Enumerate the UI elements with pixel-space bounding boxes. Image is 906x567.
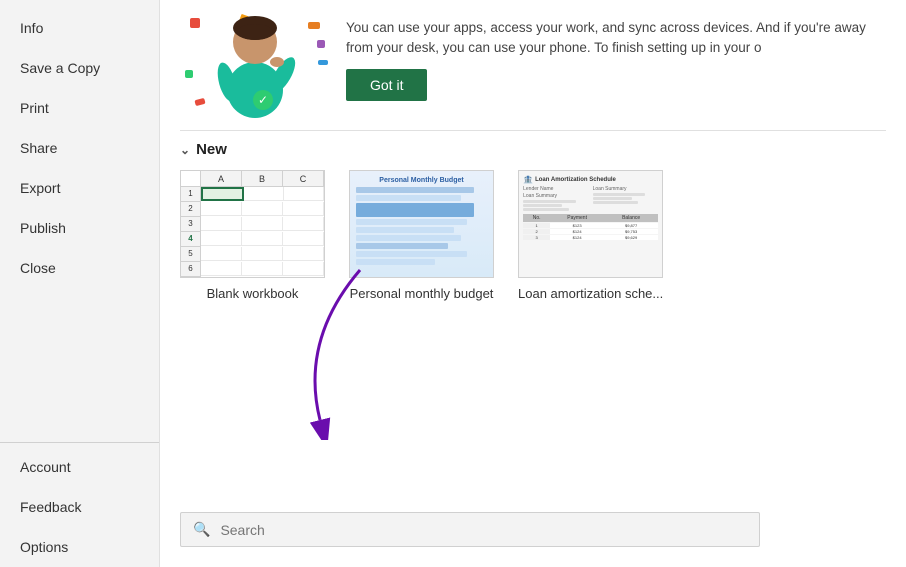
new-section-header: ⌄ New [180,141,886,158]
confetti-dot [190,18,200,28]
confetti-dot [318,60,328,65]
confetti-dot [308,22,320,29]
blank-workbook-thumb: A B C 1 2 [180,170,325,278]
loan-amortization-thumb: 🏦 Loan Amortization Schedule Lender Name… [518,170,663,278]
new-section: ⌄ New A B C 1 [160,131,906,301]
svg-text:✓: ✓ [258,93,268,107]
search-bar-container: 🔍 [180,512,886,547]
loan-amortization-label: Loan amortization sche... [518,286,663,301]
main-content: ✓ You can use your apps, access your wor… [160,0,906,567]
got-it-button[interactable]: Got it [346,69,427,101]
chevron-down-icon: ⌄ [180,143,190,157]
sidebar: Info Save a Copy Print Share Export Publ… [0,0,160,567]
personal-budget-thumb: Personal Monthly Budget [349,170,494,278]
template-personal-budget[interactable]: Personal Monthly Budget Personal [349,170,494,301]
confetti-dot [317,40,325,48]
search-input[interactable] [220,522,747,538]
confetti-dot [185,70,193,78]
templates-row: A B C 1 2 [180,170,886,301]
blank-workbook-label: Blank workbook [207,286,299,301]
personal-budget-label: Personal monthly budget [350,286,494,301]
confetti-dot [194,98,205,106]
person-illustration: ✓ [205,10,305,120]
sidebar-item-options[interactable]: Options [0,527,159,567]
banner-description: You can use your apps, access your work,… [346,18,870,59]
sidebar-item-export[interactable]: Export [0,168,159,208]
banner-illustration: ✓ [180,10,330,120]
sidebar-item-share[interactable]: Share [0,128,159,168]
sidebar-item-publish[interactable]: Publish [0,208,159,248]
template-blank-workbook[interactable]: A B C 1 2 [180,170,325,301]
template-loan-amortization[interactable]: 🏦 Loan Amortization Schedule Lender Name… [518,170,663,301]
sidebar-item-info[interactable]: Info [0,8,159,48]
banner-area: ✓ You can use your apps, access your wor… [160,0,906,130]
search-icon: 🔍 [193,521,210,538]
sidebar-item-print[interactable]: Print [0,88,159,128]
banner-text-area: You can use your apps, access your work,… [330,10,886,109]
sidebar-item-account[interactable]: Account [0,447,159,487]
search-bar: 🔍 [180,512,760,547]
sidebar-bottom: Account Feedback Options [0,442,159,567]
sidebar-item-save-a-copy[interactable]: Save a Copy [0,48,159,88]
sidebar-item-feedback[interactable]: Feedback [0,487,159,527]
sidebar-item-close[interactable]: Close [0,248,159,288]
